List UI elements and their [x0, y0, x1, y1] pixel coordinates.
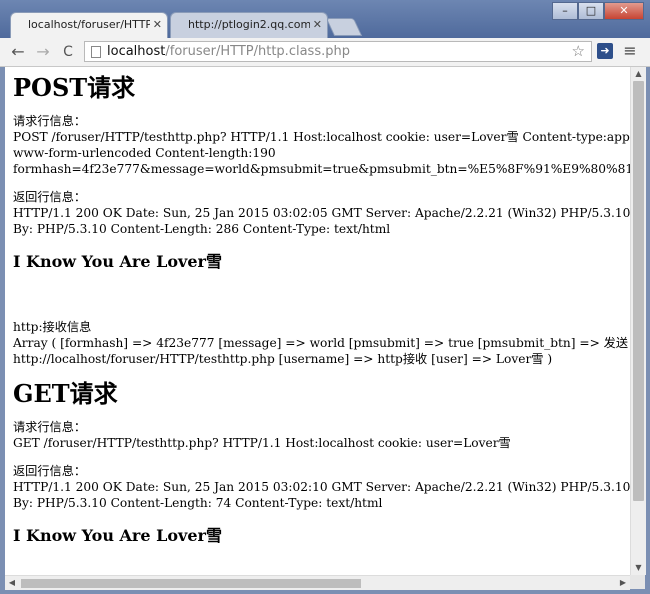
tab-title: localhost/foruser/HTTP/h — [28, 18, 150, 31]
get-response-label: 返回行信息： — [13, 464, 87, 478]
post-receive-line: http://localhost/foruser/HTTP/testhttp.p… — [13, 352, 553, 366]
vertical-scrollbar[interactable]: ▲ ▼ — [630, 67, 646, 575]
minimize-button[interactable]: – — [552, 2, 578, 20]
reload-icon[interactable]: C — [58, 42, 78, 62]
url-host: localhost — [107, 44, 166, 59]
horizontal-scroll-thumb[interactable] — [21, 579, 361, 588]
maximize-button[interactable]: □ — [578, 2, 604, 20]
tab-localhost[interactable]: localhost/foruser/HTTP/h ✕ — [10, 12, 168, 38]
post-request-line: POST /foruser/HTTP/testhttp.php? HTTP/1.… — [13, 130, 630, 144]
browser-toolbar: ← → C localhost/foruser/HTTP/http.class.… — [0, 38, 650, 67]
post-response-label: 返回行信息： — [13, 190, 87, 204]
bookmark-star-icon[interactable]: ☆ — [572, 42, 585, 61]
post-receive-line: Array ( [formhash] => 4f23e777 [message]… — [13, 336, 630, 350]
title-bar: localhost/foruser/HTTP/h ✕ http://ptlogi… — [0, 0, 650, 38]
url-path: /foruser/HTTP/http.class.php — [165, 44, 350, 59]
post-receive-label: http:接收信息 — [13, 320, 92, 334]
post-request-label: 请求行信息： — [13, 114, 87, 128]
scroll-left-arrow-icon[interactable]: ◀ — [5, 576, 19, 590]
close-window-button[interactable]: ✕ — [604, 2, 644, 20]
browser-window: localhost/foruser/HTTP/h ✕ http://ptlogi… — [0, 0, 650, 594]
scrollbar-corner — [630, 575, 645, 589]
tab-qq-login[interactable]: http://ptlogin2.qq.com/ju ✕ — [170, 12, 328, 38]
forward-arrow-icon[interactable]: → — [33, 42, 53, 62]
post-request-line: formhash=4f23e777&message=world&pmsubmit… — [13, 162, 630, 176]
page-content: POST请求 请求行信息： POST /foruser/HTTP/testhtt… — [13, 67, 630, 547]
post-request-line: www-form-urlencoded Content-length:190 — [13, 146, 276, 160]
post-heading: POST请求 — [13, 73, 136, 102]
get-result-heading: I Know You Are Lover雪 — [13, 526, 222, 545]
get-request-label: 请求行信息： — [13, 420, 87, 434]
vertical-scroll-thumb[interactable] — [633, 81, 644, 501]
scroll-up-arrow-icon[interactable]: ▲ — [631, 67, 646, 81]
get-heading: GET请求 — [13, 379, 118, 408]
tab-close-icon[interactable]: ✕ — [153, 12, 162, 38]
address-bar[interactable]: localhost/foruser/HTTP/http.class.php ☆ — [84, 41, 592, 62]
back-arrow-icon[interactable]: ← — [8, 42, 28, 62]
tab-title: http://ptlogin2.qq.com/ju — [188, 18, 310, 31]
post-result-heading: I Know You Are Lover雪 — [13, 252, 222, 271]
post-response-line: HTTP/1.1 200 OK Date: Sun, 25 Jan 2015 0… — [13, 206, 630, 220]
window-controls: – □ ✕ — [552, 2, 644, 20]
tab-close-icon[interactable]: ✕ — [313, 12, 322, 38]
page-info-icon[interactable] — [91, 46, 101, 58]
scroll-right-arrow-icon[interactable]: ▶ — [616, 576, 630, 590]
get-request-line: GET /foruser/HTTP/testhttp.php? HTTP/1.1… — [13, 436, 511, 450]
menu-icon[interactable]: ≡ — [622, 42, 638, 60]
new-tab-button[interactable] — [325, 18, 363, 36]
get-response-line: By: PHP/5.3.10 Content-Length: 74 Conten… — [13, 496, 383, 510]
get-response-line: HTTP/1.1 200 OK Date: Sun, 25 Jan 2015 0… — [13, 480, 630, 494]
scroll-down-arrow-icon[interactable]: ▼ — [631, 561, 646, 575]
horizontal-scrollbar[interactable]: ◀ ▶ — [5, 575, 630, 590]
page-viewport: POST请求 请求行信息： POST /foruser/HTTP/testhtt… — [5, 67, 630, 575]
post-response-line: By: PHP/5.3.10 Content-Length: 286 Conte… — [13, 222, 391, 236]
extension-icon[interactable]: ➜ — [597, 43, 613, 59]
